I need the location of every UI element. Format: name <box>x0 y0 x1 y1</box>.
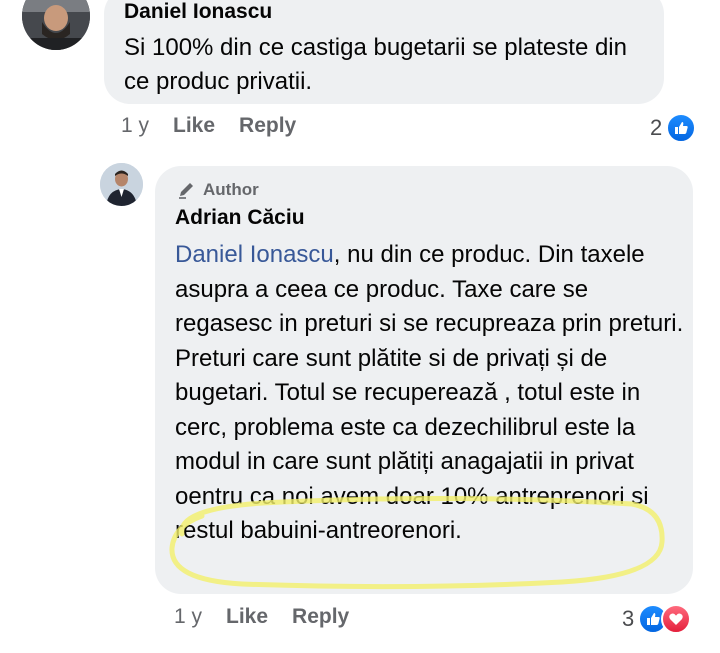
comment-text: Daniel Ionascu, nu din ce produc. Din ta… <box>175 238 687 549</box>
reaction-summary[interactable]: 3 <box>622 604 692 634</box>
reply-button[interactable]: Reply <box>239 114 296 138</box>
author-badge-label: Author <box>203 180 259 199</box>
comment-body: , nu din ce produc. Din taxele asupra a … <box>175 241 684 544</box>
comment-timestamp[interactable]: 1 y <box>121 114 149 138</box>
pen-icon <box>179 183 193 199</box>
author-avatar[interactable] <box>100 163 143 206</box>
author-badge: Author <box>177 180 259 200</box>
mention-link[interactable]: Daniel Ionascu <box>175 241 334 268</box>
comment-author-name[interactable]: Adrian Căciu <box>175 206 305 230</box>
reply-button[interactable]: Reply <box>292 605 349 629</box>
reaction-count: 3 <box>622 606 635 631</box>
comment-actions: 1 y Like Reply <box>174 605 349 629</box>
comment-author-name[interactable]: Daniel Ionascu <box>124 0 272 24</box>
heart-icon <box>661 604 692 634</box>
like-icon <box>666 113 697 143</box>
commenter-avatar[interactable] <box>22 0 90 50</box>
reaction-count: 2 <box>650 115 663 140</box>
comment-timestamp[interactable]: 1 y <box>174 605 202 629</box>
comment-bubble: Daniel Ionascu Si 100% din ce castiga bu… <box>104 0 664 104</box>
comment-text: Si 100% din ce castiga bugetarii se plat… <box>124 34 627 95</box>
comment-bubble: Author Adrian Căciu Daniel Ionascu, nu d… <box>155 166 693 594</box>
reaction-summary[interactable]: 2 <box>650 113 697 143</box>
comment-actions: 1 y Like Reply <box>121 114 296 138</box>
like-button[interactable]: Like <box>226 605 268 629</box>
like-button[interactable]: Like <box>173 114 215 138</box>
